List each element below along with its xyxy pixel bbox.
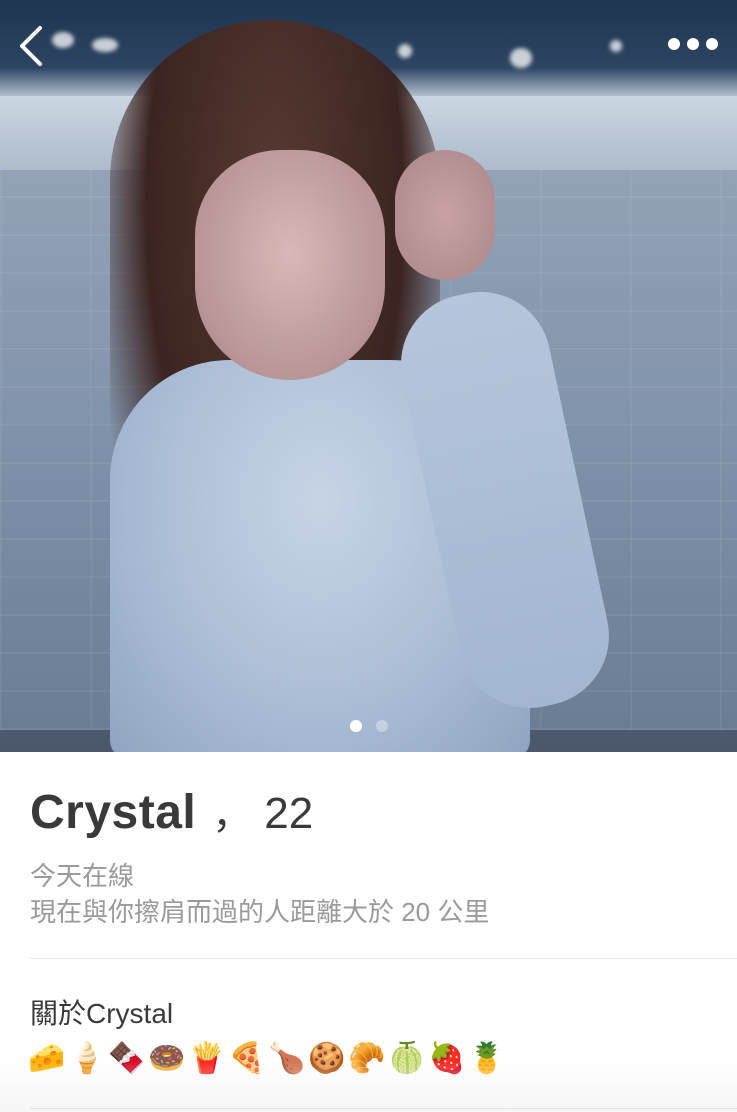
bottom-divider (30, 1108, 737, 1109)
photo-city-light (610, 40, 622, 52)
profile-name: Crystal (30, 786, 197, 839)
photo-pager (0, 720, 737, 736)
photo-city-light (52, 32, 74, 48)
pager-dot-2[interactable] (375, 720, 388, 732)
name-age-row: Crystal ， 22 (30, 782, 313, 840)
photo-city-light (510, 48, 532, 68)
photo-subject-hand (395, 150, 495, 280)
chevron-left-icon (20, 26, 42, 66)
more-horizontal-icon (668, 38, 718, 50)
photo-city-light (92, 38, 118, 52)
more-options-button[interactable] (664, 32, 722, 56)
profile-info: Crystal ， 22 今天在線 現在與你擦肩而過的人距離大於 20 公里 關… (0, 752, 737, 1112)
online-status: 今天在線 (30, 861, 135, 891)
photo-city-light (398, 44, 412, 58)
about-title: 關於Crystal (30, 998, 174, 1029)
photo-subject-face (195, 150, 385, 380)
profile-age: 22 (264, 789, 314, 838)
distance-text: 現在與你擦肩而過的人距離大於 20 公里 (30, 897, 490, 927)
profile-photo[interactable] (0, 0, 737, 752)
bottom-fade (0, 1062, 737, 1112)
name-age-separator: ， (212, 793, 253, 837)
pager-dot-1[interactable] (349, 720, 362, 732)
section-divider (30, 958, 737, 959)
back-button[interactable] (14, 22, 54, 70)
